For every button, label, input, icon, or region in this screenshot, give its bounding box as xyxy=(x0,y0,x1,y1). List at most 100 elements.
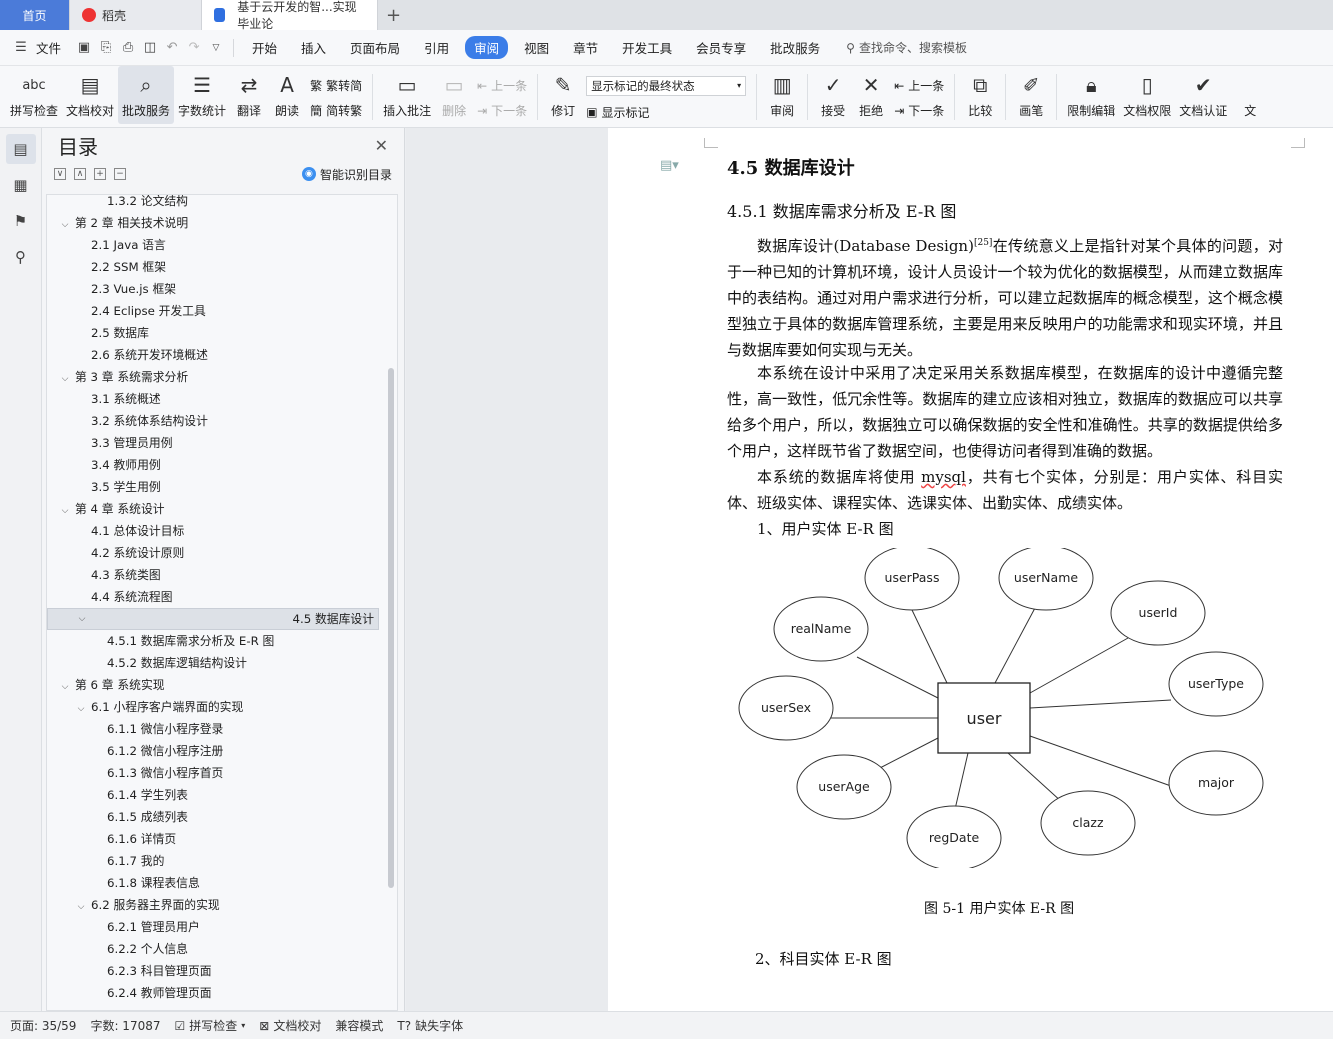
toc-item[interactable]: 6.2.2 个人信息 xyxy=(47,938,379,960)
compare-button[interactable]: ⧉ 比较 xyxy=(961,66,999,124)
read-aloud-button[interactable]: A 朗读 xyxy=(268,66,306,124)
chevron-down-icon[interactable]: ⌵ xyxy=(59,368,71,390)
expand-up-icon[interactable]: ∧ xyxy=(74,168,86,180)
toc-item[interactable]: 4.2 系统设计原则 xyxy=(47,542,379,564)
prev-revision-button[interactable]: ⇤ 上一条 xyxy=(894,77,944,94)
toc-item[interactable]: 6.1.1 微信小程序登录 xyxy=(47,718,379,740)
show-markup-button[interactable]: ▣ 显示标记 xyxy=(586,104,746,121)
toc-item[interactable]: 6.1.2 微信小程序注册 xyxy=(47,740,379,762)
toc-item[interactable]: 2.1 Java 语言 xyxy=(47,234,379,256)
chevron-down-icon[interactable]: ⌵ xyxy=(76,608,88,630)
remove-level-icon[interactable]: − xyxy=(114,168,126,180)
chevron-down-icon[interactable]: ⌵ xyxy=(59,500,71,522)
toc-item[interactable]: 6.1.8 课程表信息 xyxy=(47,872,379,894)
spell-check-button[interactable]: abc 拼写检查 xyxy=(6,66,62,124)
toc-item[interactable]: 6.1.7 我的 xyxy=(47,850,379,872)
menu-layout[interactable]: 页面布局 xyxy=(338,38,412,57)
toc-item[interactable]: 3.1 系统概述 xyxy=(47,388,379,410)
toc-item[interactable]: 4.1 总体设计目标 xyxy=(47,520,379,542)
toc-item[interactable]: 4.4 系统流程图 xyxy=(47,586,379,608)
word-count-button[interactable]: ☰ 字数统计 xyxy=(174,66,230,124)
chevron-down-icon[interactable]: ⌵ xyxy=(59,676,71,698)
nav-pane-icon[interactable]: ▦ xyxy=(6,170,36,200)
toc-item[interactable]: ⌵ 6.2 服务器主界面的实现 xyxy=(47,894,379,916)
next-revision-button[interactable]: ⇥ 下一条 xyxy=(894,102,944,119)
paragraph-options-icon[interactable]: ▤▾ xyxy=(660,158,679,173)
toc-item[interactable]: 6.2.3 科目管理页面 xyxy=(47,960,379,982)
toc-item[interactable]: ⌵ 第 2 章 相关技术说明 xyxy=(47,212,379,234)
print-icon[interactable]: ⎙ xyxy=(119,39,137,57)
chevron-down-icon[interactable]: ⌵ xyxy=(75,698,87,720)
command-search[interactable]: ⚲ 查找命令、搜索模板 xyxy=(846,39,967,56)
redo-icon[interactable]: ↷ xyxy=(185,39,203,57)
correct-service-button[interactable]: ⌕ 批改服务 xyxy=(118,66,175,124)
simp-to-trad-button[interactable]: 簡简转繁 xyxy=(310,102,362,119)
toc-item[interactable]: 2.2 SSM 框架 xyxy=(47,256,379,278)
menu-devtools[interactable]: 开发工具 xyxy=(610,38,684,57)
accept-button[interactable]: ✓ 接受 xyxy=(814,66,852,124)
toc-item[interactable]: 3.5 学生用例 xyxy=(47,476,379,498)
tab-home[interactable]: 首页 xyxy=(0,0,70,30)
toc-item[interactable]: 1.3.2 论文结构 xyxy=(47,195,379,212)
status-missing-font[interactable]: T? 缺失字体 xyxy=(397,1017,463,1034)
tab-document[interactable]: 基于云开发的智...实现 毕业论 xyxy=(202,0,378,31)
customize-icon[interactable]: ▽ xyxy=(207,39,225,57)
menu-section[interactable]: 章节 xyxy=(561,38,610,57)
doc-rights-button[interactable]: ▯ 文档权限 xyxy=(1119,66,1175,124)
bookmark-icon[interactable]: ⚑ xyxy=(6,206,36,236)
toc-item[interactable]: 3.3 管理员用例 xyxy=(47,432,379,454)
menu-start[interactable]: 开始 xyxy=(240,38,289,57)
delete-comment-button[interactable]: ▭ 删除 xyxy=(435,66,473,124)
toc-item[interactable]: 4.3 系统类图 xyxy=(47,564,379,586)
menu-reference[interactable]: 引用 xyxy=(412,38,461,57)
markup-select[interactable]: 显示标记的最终状态 ▾ xyxy=(586,75,747,96)
toc-item[interactable]: 3.2 系统体系结构设计 xyxy=(47,410,379,432)
doc-certify-button[interactable]: ✔ 文档认证 xyxy=(1175,66,1231,124)
toc-item[interactable]: 6.1.4 学生列表 xyxy=(47,784,379,806)
collapse-all-icon[interactable]: ∨ xyxy=(54,168,66,180)
insert-comment-button[interactable]: ▭ 插入批注 xyxy=(379,66,435,124)
translate-button[interactable]: ⇄ 翻译 xyxy=(230,66,268,124)
next-comment-button[interactable]: ⇥ 下一条 xyxy=(477,102,527,119)
status-proof[interactable]: ⊠ 文档校对 xyxy=(259,1017,321,1034)
close-icon[interactable]: ✕ xyxy=(375,136,388,155)
doc-proof-button[interactable]: ▤ 文档校对 xyxy=(62,66,118,124)
new-tab-button[interactable]: + xyxy=(378,0,409,30)
add-level-icon[interactable]: + xyxy=(94,168,106,180)
pen-button[interactable]: ✐ 画笔 xyxy=(1012,66,1050,124)
toc-item[interactable]: 6.2.4 教师管理页面 xyxy=(47,982,379,1004)
toc-scrollbar[interactable] xyxy=(388,368,394,888)
menu-correct[interactable]: 批改服务 xyxy=(758,38,832,57)
menu-member[interactable]: 会员专享 xyxy=(684,38,758,57)
export-icon[interactable]: ⎘ xyxy=(97,39,115,57)
undo-icon[interactable]: ↶ xyxy=(163,39,181,57)
trad-to-simp-button[interactable]: 繁繁转简 xyxy=(310,77,362,94)
menu-file[interactable]: 文件 xyxy=(32,38,73,57)
toc-item[interactable]: 6.1.3 微信小程序首页 xyxy=(47,762,379,784)
chevron-down-icon[interactable]: ⌵ xyxy=(75,896,87,918)
preview-icon[interactable]: ◫ xyxy=(141,39,159,57)
ribbon-overflow[interactable]: 文 xyxy=(1231,66,1269,124)
save-icon[interactable]: ▣ xyxy=(75,39,93,57)
status-spell[interactable]: ☑ 拼写检查 ▾ xyxy=(175,1017,246,1034)
menu-review[interactable]: 审阅 xyxy=(465,36,509,59)
toc-item[interactable]: 2.3 Vue.js 框架 xyxy=(47,278,379,300)
toc-item[interactable]: ⌵ 4.5 数据库设计 xyxy=(47,608,379,630)
toc-item[interactable]: 6.2.1 管理员用户 xyxy=(47,916,379,938)
smart-toc-button[interactable]: ◉ 智能识别目录 xyxy=(301,166,392,183)
toc-item[interactable]: ⌵ 第 4 章 系统设计 xyxy=(47,498,379,520)
toc-item[interactable]: 2.5 数据库 xyxy=(47,322,379,344)
chevron-down-icon[interactable]: ⌵ xyxy=(59,214,71,236)
toc-item[interactable]: 6.1.6 详情页 xyxy=(47,828,379,850)
reject-button[interactable]: ✕ 拒绝 xyxy=(852,66,890,124)
toc-item[interactable]: 2.6 系统开发环境概述 xyxy=(47,344,379,366)
search-icon[interactable]: ⚲ xyxy=(6,242,36,272)
hamburger-icon[interactable]: ☰ xyxy=(12,39,30,57)
review-pane-button[interactable]: ▥ 审阅 xyxy=(763,66,801,124)
revise-button[interactable]: ✎ 修订 xyxy=(544,66,582,124)
toc-item[interactable]: 4.5.1 数据库需求分析及 E-R 图 xyxy=(47,630,379,652)
toc-item[interactable]: 6.1.5 成绩列表 xyxy=(47,806,379,828)
toc-item[interactable]: 2.4 Eclipse 开发工具 xyxy=(47,300,379,322)
status-words[interactable]: 字数: 17087 xyxy=(90,1017,160,1034)
menu-view[interactable]: 视图 xyxy=(512,38,561,57)
